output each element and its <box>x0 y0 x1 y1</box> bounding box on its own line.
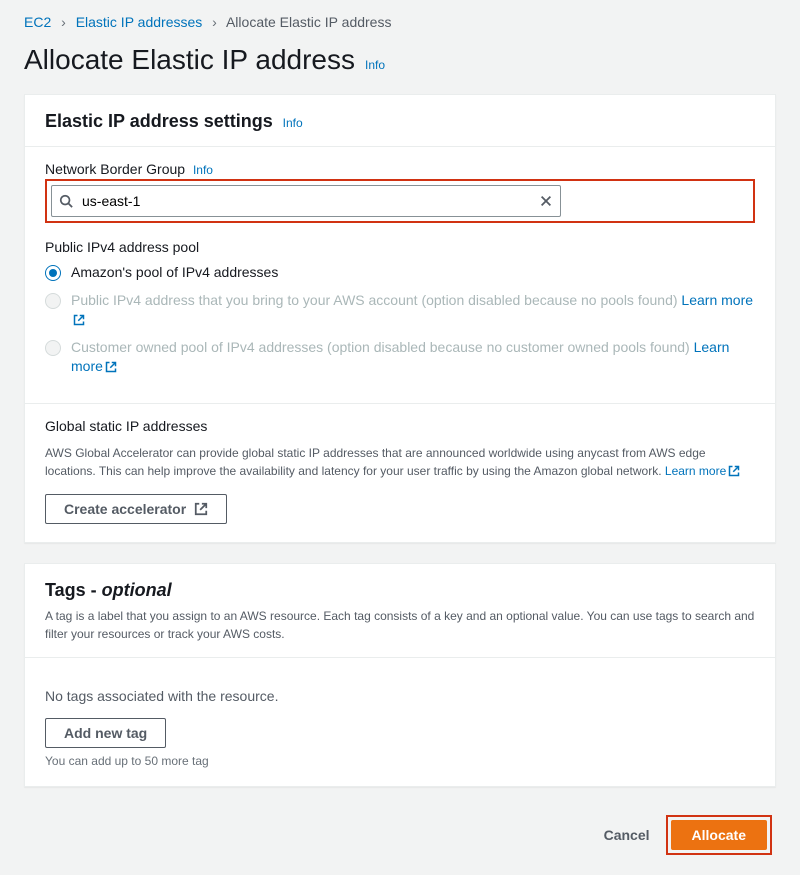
allocate-button[interactable]: Allocate <box>671 820 767 850</box>
breadcrumb-current: Allocate Elastic IP address <box>226 14 392 30</box>
allocate-label: Allocate <box>692 827 746 843</box>
radio-byoip: Public IPv4 address that you bring to yo… <box>45 291 755 330</box>
page-title-text: Allocate Elastic IP address <box>24 44 355 76</box>
create-accelerator-label: Create accelerator <box>64 501 186 517</box>
ga-heading: Global static IP addresses <box>45 418 755 434</box>
tags-empty-text: No tags associated with the resource. <box>45 688 755 704</box>
nbg-highlight <box>45 179 755 223</box>
tags-hint: You can add up to 50 more tag <box>45 754 755 768</box>
breadcrumb: EC2 › Elastic IP addresses › Allocate El… <box>24 10 776 44</box>
ga-learn-more-link[interactable]: Learn more <box>665 464 740 478</box>
search-icon <box>59 194 73 208</box>
radio-icon <box>45 340 61 356</box>
external-link-icon <box>105 361 117 373</box>
close-icon[interactable] <box>539 194 553 208</box>
tags-panel: Tags - optional A tag is a label that yo… <box>24 563 776 787</box>
radio-amazon-pool[interactable]: Amazon's pool of IPv4 addresses <box>45 263 755 283</box>
nbg-search-wrap <box>51 185 561 217</box>
radio-customer-pool-label: Customer owned pool of IPv4 addresses (o… <box>71 338 755 377</box>
footer-actions: Cancel Allocate <box>24 807 776 855</box>
nbg-label: Network Border Group Info <box>45 161 755 177</box>
radio-byoip-label: Public IPv4 address that you bring to yo… <box>71 291 755 330</box>
settings-info-link[interactable]: Info <box>283 116 303 130</box>
chevron-right-icon: › <box>61 14 66 30</box>
nbg-search-input[interactable] <box>51 185 561 217</box>
cancel-button[interactable]: Cancel <box>604 827 650 843</box>
breadcrumb-mid[interactable]: Elastic IP addresses <box>76 14 203 30</box>
nbg-label-text: Network Border Group <box>45 161 185 177</box>
breadcrumb-root[interactable]: EC2 <box>24 14 51 30</box>
settings-panel: Elastic IP address settings Info Network… <box>24 94 776 543</box>
external-link-icon <box>728 465 740 477</box>
add-new-tag-button[interactable]: Add new tag <box>45 718 166 748</box>
page-title-info-link[interactable]: Info <box>365 58 385 72</box>
external-link-icon <box>73 314 85 326</box>
allocate-highlight: Allocate <box>666 815 772 855</box>
chevron-right-icon: › <box>212 14 217 30</box>
pool-label: Public IPv4 address pool <box>45 239 755 255</box>
radio-icon[interactable] <box>45 265 61 281</box>
radio-customer-pool: Customer owned pool of IPv4 addresses (o… <box>45 338 755 377</box>
tags-heading: Tags - optional <box>45 580 172 600</box>
settings-heading: Elastic IP address settings <box>45 111 273 131</box>
external-link-icon <box>194 502 208 516</box>
radio-icon <box>45 293 61 309</box>
add-new-tag-label: Add new tag <box>64 725 147 741</box>
create-accelerator-button[interactable]: Create accelerator <box>45 494 227 524</box>
radio-amazon-pool-label: Amazon's pool of IPv4 addresses <box>71 263 278 283</box>
tags-description: A tag is a label that you assign to an A… <box>45 607 755 643</box>
nbg-info-link[interactable]: Info <box>193 163 213 177</box>
page-title: Allocate Elastic IP address Info <box>24 44 776 76</box>
ga-description: AWS Global Accelerator can provide globa… <box>45 444 755 480</box>
